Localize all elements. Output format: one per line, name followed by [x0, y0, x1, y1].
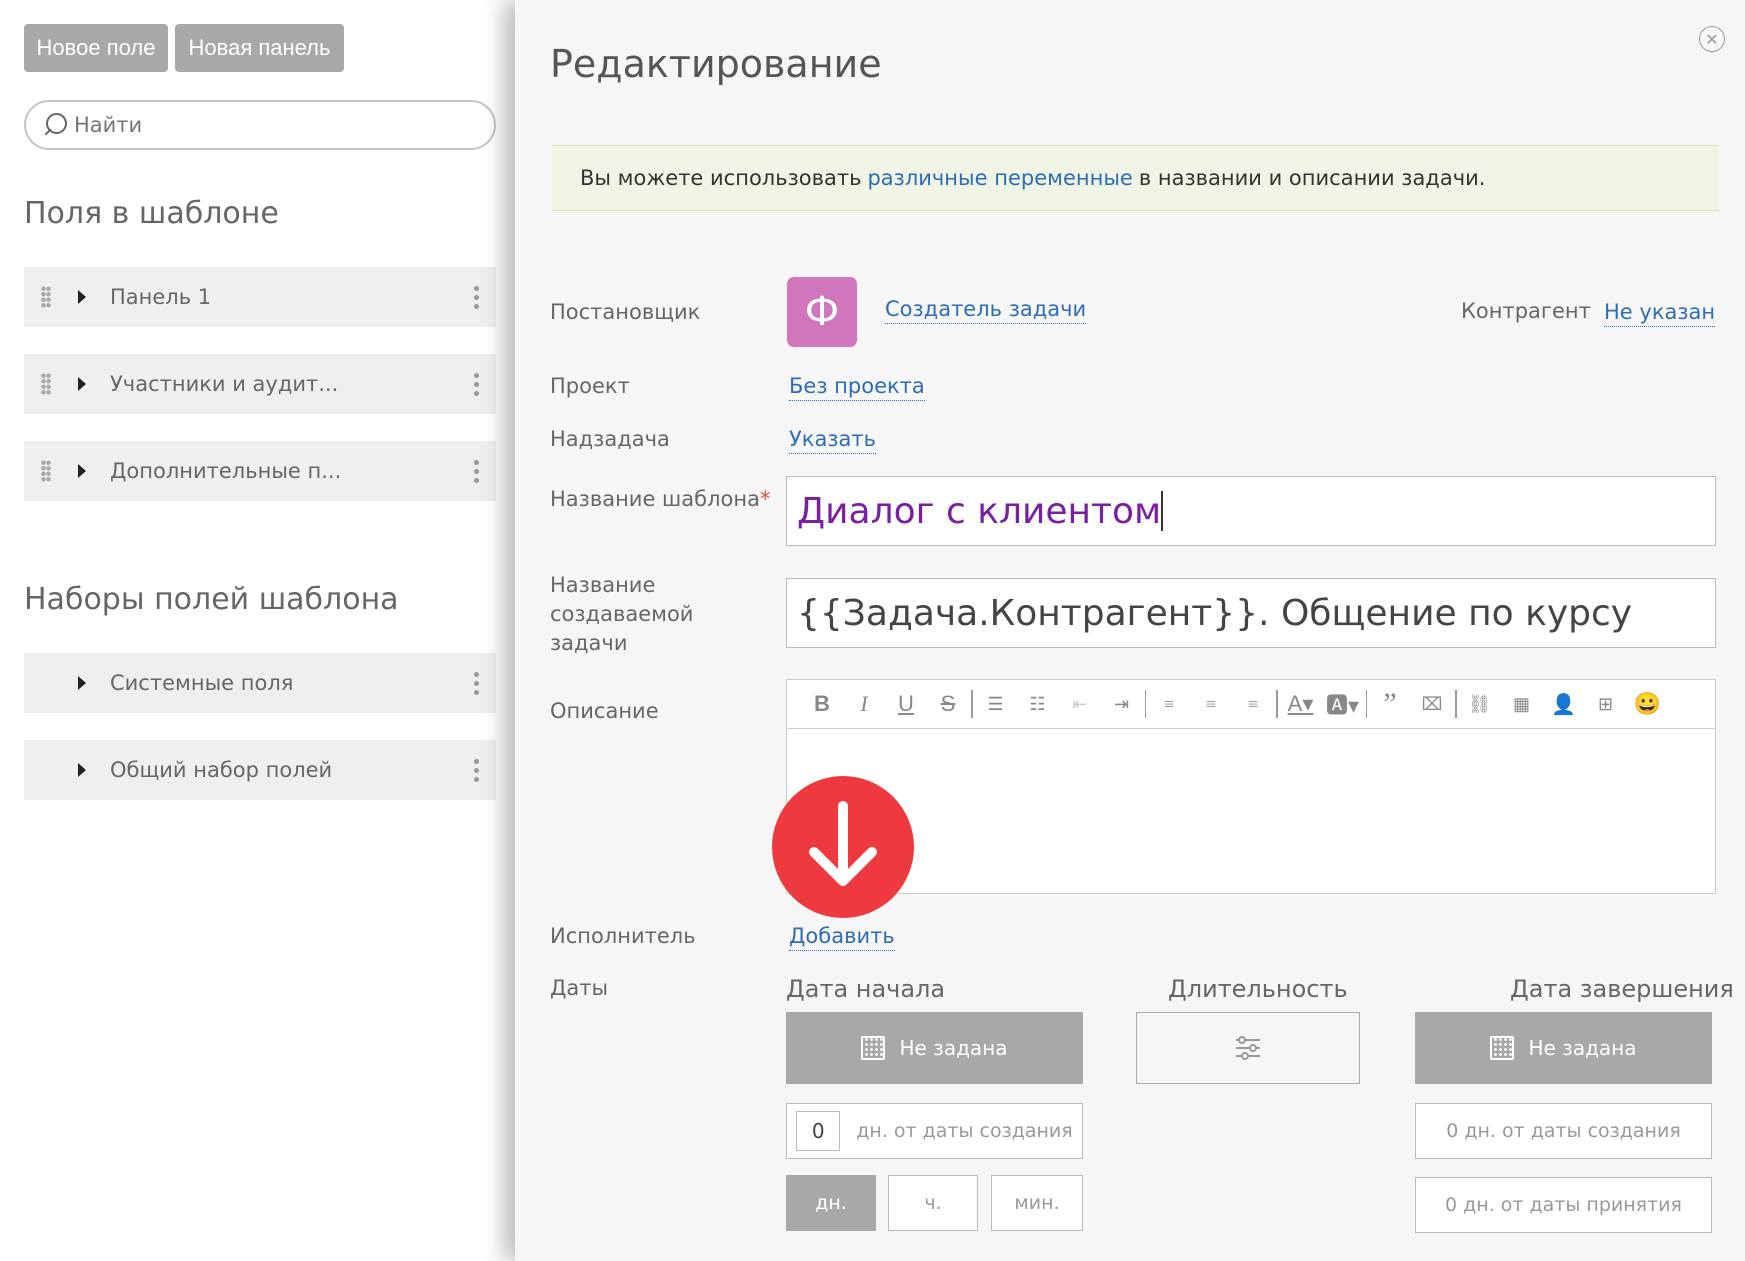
- project-link[interactable]: Без проекта: [789, 372, 925, 401]
- task-name-label: Название создаваемой задачи: [550, 573, 694, 655]
- tree-item-label: Дополнительные п...: [110, 459, 342, 483]
- more-menu-icon[interactable]: [456, 372, 496, 396]
- more-menu-icon[interactable]: [456, 671, 496, 695]
- modal-title: Редактирование: [550, 42, 882, 86]
- search-box[interactable]: [24, 100, 496, 150]
- template-name-input[interactable]: Диалог с клиентом: [786, 476, 1716, 546]
- text-color-icon[interactable]: A▾: [1280, 686, 1322, 722]
- field-set-label: Системные поля: [110, 671, 294, 695]
- field-set-common[interactable]: Общий набор полей: [24, 740, 496, 800]
- fields-section-title: Поля в шаблоне: [24, 196, 279, 231]
- bold-icon[interactable]: B: [801, 686, 843, 722]
- table-icon[interactable]: ⊞: [1585, 686, 1627, 722]
- tree-item-label: Участники и аудит...: [110, 372, 339, 396]
- task-name-input[interactable]: {{Задача.Контрагент}}. Общение по курсу: [786, 578, 1716, 648]
- creator-link[interactable]: Создатель задачи: [885, 295, 1087, 324]
- smile-icon[interactable]: 😀: [1627, 686, 1669, 722]
- indent-icon[interactable]: ⇥: [1101, 686, 1143, 722]
- project-label: Проект: [550, 374, 630, 398]
- start-date-button[interactable]: Не задана: [786, 1012, 1083, 1084]
- search-icon: [42, 111, 70, 139]
- user-icon[interactable]: 👤: [1543, 686, 1585, 722]
- sliders-icon: [1236, 1036, 1260, 1060]
- duration-label: Длительность: [1168, 975, 1348, 1003]
- expand-arrow-icon[interactable]: [78, 377, 86, 391]
- underline-icon[interactable]: U: [885, 686, 927, 722]
- more-menu-icon[interactable]: [456, 459, 496, 483]
- expand-arrow-icon[interactable]: [78, 763, 86, 777]
- edit-modal: ✕ Редактирование Вы можете использовать …: [515, 0, 1745, 1261]
- insert-video-icon[interactable]: ▦: [1501, 686, 1543, 722]
- duration-button[interactable]: [1136, 1012, 1360, 1084]
- description-editor[interactable]: [786, 729, 1716, 894]
- search-input[interactable]: [74, 113, 474, 137]
- more-menu-icon[interactable]: [456, 285, 496, 309]
- field-set-label: Общий набор полей: [110, 758, 333, 782]
- link-icon[interactable]: ⛓: [1459, 686, 1501, 722]
- dates-label: Даты: [550, 976, 609, 1000]
- new-field-button[interactable]: Новое поле: [24, 24, 168, 72]
- align-right-icon[interactable]: ≡: [1232, 686, 1274, 722]
- contractor-link[interactable]: Не указан: [1604, 298, 1716, 327]
- unit-hours-button[interactable]: ч.: [888, 1175, 978, 1231]
- strikethrough-icon[interactable]: S: [927, 686, 969, 722]
- drag-handle-icon[interactable]: [24, 460, 68, 482]
- end-date-label: Дата завершения: [1510, 975, 1734, 1003]
- format-clear-icon[interactable]: ⌧: [1411, 686, 1453, 722]
- ordered-list-icon[interactable]: ☰: [975, 686, 1017, 722]
- info-banner: Вы можете использовать различные перемен…: [552, 145, 1719, 211]
- info-text: в названии и описании задачи.: [1138, 166, 1486, 190]
- template-fields-panel: Новое поле Новая панель Поля в шаблоне П…: [0, 0, 515, 1261]
- align-center-icon[interactable]: ≡: [1190, 686, 1232, 722]
- bullet-list-icon[interactable]: ☷: [1017, 686, 1059, 722]
- tree-item-panel-1[interactable]: Панель 1: [24, 267, 496, 327]
- end-offset-created-field[interactable]: 0 дн. от даты создания: [1415, 1103, 1712, 1159]
- field-sets-section-title: Наборы полей шаблона: [24, 582, 399, 617]
- variables-link[interactable]: различные переменные: [867, 166, 1132, 190]
- template-name-label: Название шаблона*: [550, 487, 771, 511]
- editor-toolbar: B I U S ☰ ☷ ⇤ ⇥ ≡ ≡ ≡ A▾ 🅰▾ ” ⌧ ⛓ ▦ 👤 ⊞ …: [786, 679, 1716, 729]
- align-left-icon[interactable]: ≡: [1148, 686, 1190, 722]
- calendar-icon: [861, 1036, 886, 1060]
- unit-days-button[interactable]: дн.: [786, 1175, 876, 1231]
- start-offset-text: дн. от даты создания: [856, 1120, 1073, 1142]
- drag-handle-icon[interactable]: [24, 373, 68, 395]
- description-label: Описание: [550, 699, 659, 723]
- tree-item-participants[interactable]: Участники и аудит...: [24, 354, 496, 414]
- field-set-system[interactable]: Системные поля: [24, 653, 496, 713]
- background-color-icon[interactable]: 🅰▾: [1322, 686, 1364, 722]
- outdent-icon[interactable]: ⇤: [1059, 686, 1101, 722]
- drag-handle-icon[interactable]: [24, 286, 68, 308]
- start-offset-field: 0 дн. от даты создания: [786, 1103, 1083, 1159]
- parent-task-link[interactable]: Указать: [789, 425, 876, 454]
- avatar: Ф: [787, 277, 857, 347]
- executor-label: Исполнитель: [550, 924, 696, 948]
- start-date-label: Дата начала: [786, 975, 946, 1003]
- tree-item-additional[interactable]: Дополнительные п...: [24, 441, 496, 501]
- down-arrow-icon: [772, 776, 914, 918]
- close-icon[interactable]: ✕: [1699, 26, 1725, 52]
- end-date-button[interactable]: Не задана: [1415, 1012, 1712, 1084]
- contractor-label: Контрагент: [1461, 299, 1591, 323]
- italic-icon[interactable]: I: [843, 686, 885, 722]
- new-panel-button[interactable]: Новая панель: [175, 24, 344, 72]
- start-offset-input[interactable]: 0: [796, 1111, 841, 1151]
- expand-arrow-icon[interactable]: [78, 290, 86, 304]
- end-offset-accepted-field[interactable]: 0 дн. от даты принятия: [1415, 1177, 1712, 1233]
- parent-task-label: Надзадача: [550, 427, 670, 451]
- creator-label: Постановщик: [550, 300, 701, 324]
- expand-arrow-icon[interactable]: [78, 464, 86, 478]
- quote-icon[interactable]: ”: [1369, 686, 1411, 722]
- tree-item-label: Панель 1: [110, 285, 212, 309]
- unit-minutes-button[interactable]: мин.: [991, 1175, 1083, 1231]
- calendar-icon: [1490, 1036, 1515, 1060]
- expand-arrow-icon[interactable]: [78, 676, 86, 690]
- info-text: Вы можете использовать: [580, 166, 862, 190]
- add-executor-link[interactable]: Добавить: [789, 922, 895, 951]
- more-menu-icon[interactable]: [456, 758, 496, 782]
